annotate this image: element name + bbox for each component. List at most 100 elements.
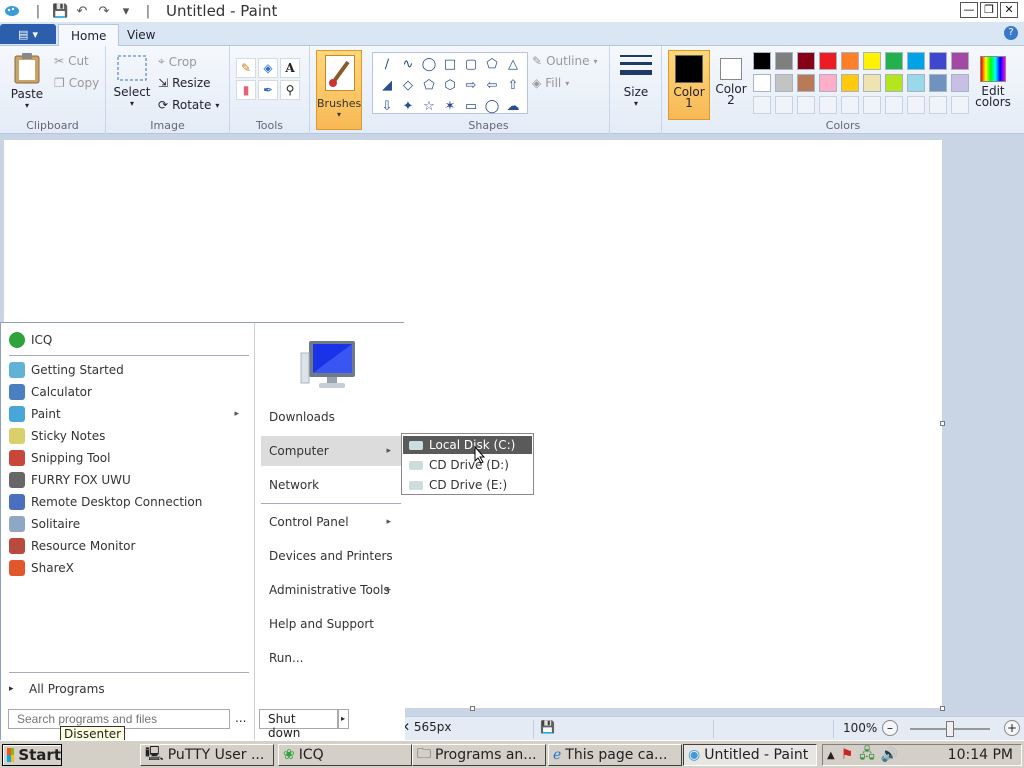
zoom-slider-thumb[interactable] (946, 721, 954, 737)
start-menu-item[interactable]: Sticky Notes (9, 426, 249, 446)
close-button[interactable]: ✕ (1000, 2, 1018, 18)
network-icon[interactable]: 🖧 (859, 743, 875, 767)
start-menu-item-label: ShareX (31, 561, 74, 575)
clock[interactable]: 10:14 PM (948, 747, 1013, 763)
start-menu-item-label: Getting Started (31, 363, 124, 377)
outline-label: Outline (546, 54, 590, 68)
rounded-rectangle-shape-icon[interactable]: ▢ (461, 55, 481, 75)
brushes-button[interactable]: Brushes ▾ (316, 50, 362, 130)
start-menu-item[interactable]: ShareX (9, 558, 249, 578)
magnifier-icon[interactable]: ⚲ (280, 80, 300, 100)
minimize-button[interactable]: — (960, 2, 978, 18)
right-arrow-shape-icon[interactable]: ⇨ (461, 76, 481, 96)
curve-shape-icon[interactable]: ∿ (398, 55, 418, 75)
tab-home[interactable]: Home (58, 24, 120, 46)
taskbar-item-programs[interactable]: 🗀 Programs an... (412, 744, 546, 766)
color-picker-icon[interactable]: ✒ (258, 80, 278, 100)
triangle-shape-icon[interactable]: △ (503, 55, 523, 75)
customize-quick-access-icon[interactable]: ▾ (118, 4, 134, 19)
zoom-in-button[interactable]: + (1004, 720, 1020, 736)
canvas-resize-handle-right[interactable] (940, 421, 945, 426)
search-more-button[interactable]: ... (235, 711, 246, 725)
pencil-icon[interactable]: ✎ (236, 58, 256, 78)
start-menu-item[interactable]: FURRY FOX UWU (9, 470, 249, 490)
restore-button[interactable]: ❐ (980, 2, 998, 18)
rotate-button[interactable]: ⟳ Rotate ▾ (158, 98, 219, 112)
start-menu-place[interactable]: Computer ▸ (261, 436, 401, 466)
hexagon-shape-icon[interactable]: ⬡ (440, 76, 460, 96)
show-hidden-icons-icon[interactable]: ▲ (827, 750, 835, 761)
oval-callout-shape-icon[interactable]: ◯ (482, 97, 502, 117)
up-arrow-shape-icon[interactable]: ⇧ (503, 76, 523, 96)
cut-button[interactable]: ✂ Cut (54, 54, 89, 68)
start-menu-place[interactable]: Administrative Tools ▸ (261, 575, 401, 605)
start-menu-item[interactable]: Paint ▸ (9, 404, 249, 424)
start-menu-place[interactable]: Downloads (261, 402, 401, 432)
volume-icon[interactable]: 🔊 (881, 747, 898, 763)
rectangle-shape-icon[interactable]: □ (440, 55, 460, 75)
oval-shape-icon[interactable]: ◯ (419, 55, 439, 75)
start-menu-place[interactable]: Control Panel ▸ (261, 507, 401, 537)
polygon-shape-icon[interactable]: ⬠ (482, 55, 502, 75)
start-menu-place[interactable]: Help and Support (261, 609, 401, 639)
fill-button[interactable]: ◈ Fill ▾ (532, 76, 569, 90)
resize-button[interactable]: ⇲ Resize (158, 76, 211, 90)
paint-app-icon[interactable] (4, 4, 20, 18)
line-shape-icon[interactable]: ∕ (377, 55, 397, 75)
start-menu-item[interactable]: Remote Desktop Connection (9, 492, 249, 512)
start-menu-item[interactable]: ICQ (9, 330, 249, 350)
canvas-resize-handle-corner[interactable] (940, 706, 945, 711)
start-menu-item[interactable]: Solitaire (9, 514, 249, 534)
start-menu-place[interactable]: Devices and Printers (261, 541, 401, 571)
five-point-star-shape-icon[interactable]: ☆ (419, 97, 439, 117)
start-menu-item[interactable]: Getting Started (9, 360, 249, 380)
help-icon[interactable]: ? (1004, 26, 1018, 40)
right-triangle-shape-icon[interactable]: ◢ (377, 76, 397, 96)
text-icon[interactable]: A (280, 58, 300, 78)
all-programs-button[interactable]: ▸ All Programs (9, 679, 249, 699)
drive-menu-item[interactable]: CD Drive (D:) (403, 456, 532, 474)
redo-icon[interactable]: ↷ (96, 4, 112, 19)
select-button[interactable]: Select ▾ (112, 54, 152, 108)
left-arrow-shape-icon[interactable]: ⇦ (482, 76, 502, 96)
start-menu-place[interactable]: Network (261, 470, 401, 500)
fill-bucket-icon[interactable]: ◈ (258, 58, 278, 78)
six-point-star-shape-icon[interactable]: ✶ (440, 97, 460, 117)
undo-icon[interactable]: ↶ (74, 4, 90, 19)
tab-view[interactable]: View (115, 24, 167, 46)
outline-button[interactable]: ✎ Outline ▾ (532, 54, 598, 68)
taskbar-item-browser[interactable]: ℯ This page ca... (548, 744, 682, 766)
canvas-resize-handle-bottom[interactable] (470, 706, 475, 711)
shut-down-button[interactable]: Shut down (259, 709, 339, 740)
paste-button[interactable]: Paste ▾ (8, 52, 46, 110)
start-menu-place[interactable]: Run... (261, 643, 401, 673)
taskbar-item-icq[interactable]: ❀ ICQ (278, 744, 412, 766)
crop-button[interactable]: ⌖ Crop (158, 54, 197, 69)
pentagon-shape-icon[interactable]: ⬠ (419, 76, 439, 96)
pinned-separator (9, 355, 249, 356)
eraser-icon[interactable]: ▮ (236, 80, 256, 100)
zoom-out-button[interactable]: – (882, 720, 898, 736)
shut-down-options-arrow[interactable]: ▸ (337, 709, 349, 729)
start-menu-item[interactable]: Snipping Tool (9, 448, 249, 468)
four-point-star-shape-icon[interactable]: ✦ (398, 97, 418, 117)
taskbar-item-paint[interactable]: ◉ Untitled - Paint (683, 744, 817, 766)
diamond-shape-icon[interactable]: ◇ (398, 76, 418, 96)
action-center-flag-icon[interactable]: ⚑ (841, 747, 854, 763)
start-menu-item[interactable]: Calculator (9, 382, 249, 402)
tools-group: ✎ ◈ A ▮ ✒ ⚲ Tools (230, 46, 310, 134)
system-tray: ▲ ⚑ 🖧 🔊 10:14 PM (822, 744, 1022, 766)
start-menu-item[interactable]: Resource Monitor (9, 536, 249, 556)
size-button[interactable]: Size ▾ (618, 52, 654, 108)
copy-button[interactable]: ❐ Copy (54, 76, 99, 90)
paint-menu-button[interactable]: ▤ ▾ (0, 24, 56, 44)
taskbar-item-putty[interactable]: 🖳 PuTTY User ... (140, 744, 274, 766)
drive-menu-item[interactable]: Local Disk (C:) (403, 436, 532, 454)
sticky-notes-icon (9, 428, 25, 444)
down-arrow-shape-icon[interactable]: ⇩ (377, 97, 397, 117)
drive-menu-item[interactable]: CD Drive (E:) (403, 476, 532, 494)
save-icon[interactable]: 💾 (52, 4, 68, 19)
start-button[interactable]: Start (2, 744, 62, 766)
cloud-callout-shape-icon[interactable]: ☁ (503, 97, 523, 117)
rounded-callout-shape-icon[interactable]: ▭ (461, 97, 481, 117)
